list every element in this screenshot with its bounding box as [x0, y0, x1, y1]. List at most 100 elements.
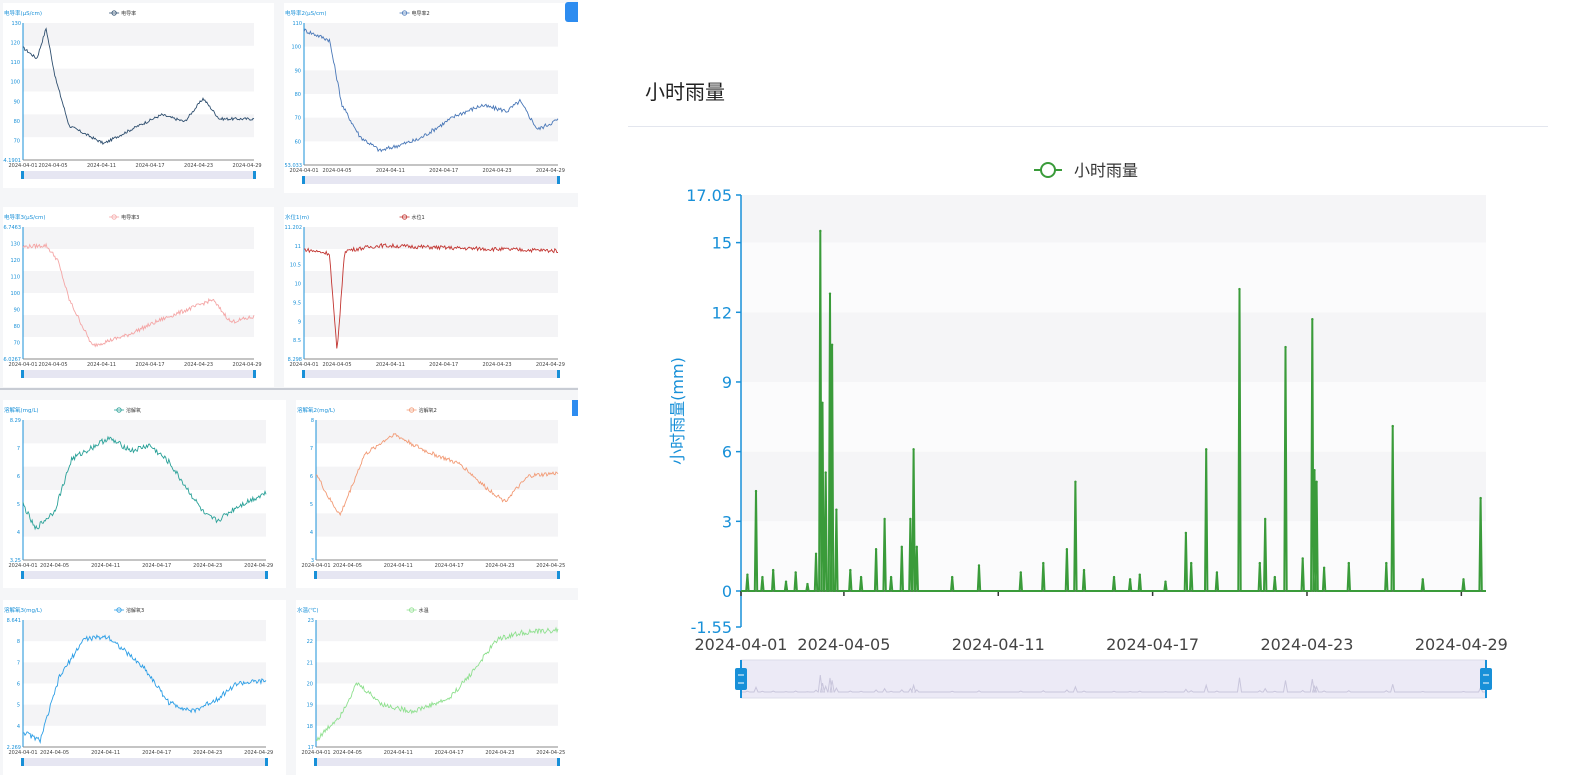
grid-band — [304, 70, 558, 94]
data-point — [1385, 561, 1388, 565]
data-point — [1082, 568, 1086, 572]
x-tick-label: 2024-04-25 — [536, 750, 565, 756]
grid-band — [304, 227, 558, 249]
y-tick-label: 80 — [14, 119, 20, 125]
y-tick-label: 18 — [307, 724, 313, 730]
data-point — [794, 571, 797, 574]
zoom-handle-right — [265, 571, 268, 579]
data-point — [1391, 424, 1394, 428]
grid-band — [304, 117, 558, 142]
toolbox-button[interactable] — [565, 2, 578, 22]
y-tick-label: 90 — [14, 99, 20, 105]
data-point — [1184, 531, 1188, 535]
divider — [0, 388, 578, 390]
x-tick-label: 2024-04-11 — [384, 750, 413, 756]
zoom-slider-track — [304, 370, 558, 378]
zoom-handle-left — [314, 571, 317, 579]
y-tick-label: 12 — [712, 303, 732, 322]
x-tick-label: 2024-04-01 — [301, 750, 330, 756]
zoom-handle-right — [253, 370, 256, 378]
x-tick-label: 2024-04-29 — [536, 168, 565, 174]
grid-band — [23, 620, 266, 642]
y-max-label: 8 — [311, 418, 314, 424]
grid-band — [316, 420, 558, 444]
y-tick-label: 120 — [10, 258, 20, 264]
grid-band — [23, 662, 266, 684]
y-tick-label: 100 — [291, 45, 301, 51]
data-point — [849, 568, 852, 572]
data-point — [1311, 318, 1314, 321]
grid-band — [23, 271, 254, 293]
data-point — [1421, 578, 1424, 581]
data-point — [1190, 561, 1193, 565]
data-point — [1128, 578, 1132, 581]
data-point — [1301, 557, 1304, 560]
data-point — [1065, 547, 1069, 551]
zoom-handle-right — [253, 171, 256, 179]
small-chart-svg: 溶解氧2(mg/L) 溶解氧28376542024-04-01 2024-04-05… — [297, 406, 565, 579]
data-point — [1238, 287, 1241, 291]
data-point — [912, 448, 915, 451]
y-tick-label: 7 — [17, 446, 20, 452]
x-tick-label: 2024-04-23 — [1260, 635, 1353, 654]
y-tick-label: 6 — [310, 474, 313, 480]
grid-band — [741, 381, 1486, 452]
zoom-handle-left — [314, 758, 317, 766]
grid-band — [316, 704, 558, 726]
data-point — [1164, 580, 1167, 583]
y-tick-label: 3 — [722, 512, 732, 531]
y-max-label: 136.7463 — [3, 225, 21, 231]
data-point — [1284, 345, 1287, 349]
grid-band — [741, 451, 1486, 522]
x-tick-label: 2024-04-29 — [233, 163, 262, 169]
zoom-handle-right[interactable] — [1480, 668, 1492, 690]
data-point — [754, 489, 758, 493]
y-axis-title: 溶解氧(mg/L) — [4, 406, 39, 414]
y-axis-title: 溶解氧2(mg/L) — [297, 406, 335, 414]
data-point — [771, 568, 775, 572]
x-tick-label: 2024-04-23 — [184, 163, 213, 169]
grid-band — [304, 315, 558, 337]
zoom-handle-left — [302, 176, 305, 184]
y-axis-title: 电导率3(μS/cm) — [4, 213, 46, 221]
y-axis-title: 小时雨量(mm) — [668, 357, 687, 465]
legend-label: 水位1 — [412, 214, 425, 221]
y-axis-title: 电导率(μS/cm) — [4, 9, 42, 17]
x-tick-label: 2024-04-17 — [435, 750, 464, 756]
x-tick-label: 2024-04-05 — [333, 750, 362, 756]
legend-label: 电导率3 — [121, 214, 139, 221]
data-point — [1112, 575, 1116, 579]
zoom-handle-right — [557, 571, 560, 579]
data-point — [746, 573, 749, 576]
y-max-label: 8.29 — [10, 418, 21, 424]
y-tick-label: 20 — [307, 682, 313, 688]
small-chart-svg: 溶解氧(mg/L) 溶解氧8.293.2576542024-04-01 2024-0… — [4, 406, 273, 579]
grid-band — [316, 466, 558, 490]
zoom-handle-left[interactable] — [735, 668, 747, 690]
y-tick-label: 100 — [10, 291, 20, 297]
x-tick-label: 2024-04-11 — [384, 563, 413, 569]
chart-card-water-temperature: 水温(℃) 水温 23 17 22 21 20 19 18 2024-04-01 2024-04-0… — [296, 600, 578, 775]
chart-card-dissolved-oxygen-3: 溶解氧3(mg/L) 溶解氧3 8.641 2.269 8 7 6 5 4 2024-04-01 2… — [3, 600, 286, 775]
x-tick-label: 2024-04-01 — [8, 750, 37, 756]
y-max-label: 130 — [11, 21, 21, 27]
x-tick-label: 2024-04-23 — [193, 750, 222, 756]
x-tick-label: 2024-04-11 — [91, 750, 120, 756]
y-tick-label: 9 — [722, 373, 732, 392]
x-tick-label: 2024-04-29 — [244, 750, 273, 756]
zoom-handle-left — [21, 171, 24, 179]
y-max-label: 11.202 — [285, 225, 303, 231]
chart-card-conductivity: 电导率(μS/cm)电导率13064.190112011010090807020… — [3, 3, 274, 188]
data-point — [828, 292, 832, 295]
data-point — [761, 575, 764, 579]
small-chart-svg: 电导率2(μS/cm) 电导率211053.033100908070602024-… — [285, 9, 565, 184]
data-point — [1273, 575, 1277, 579]
data-point — [1347, 561, 1350, 565]
zoom-handle-right — [265, 758, 268, 766]
grid-band — [23, 513, 266, 537]
y-tick-label: 130 — [10, 242, 20, 248]
y-tick-label: 10.5 — [290, 263, 301, 269]
x-tick-label: 2024-04-01 — [301, 563, 330, 569]
x-tick-label: 2024-04-05 — [38, 163, 67, 169]
chart-card-conductivity-2: 电导率2(μS/cm) 电导率2 110 53.033 100 90 80 70 60 2024-… — [284, 3, 578, 193]
